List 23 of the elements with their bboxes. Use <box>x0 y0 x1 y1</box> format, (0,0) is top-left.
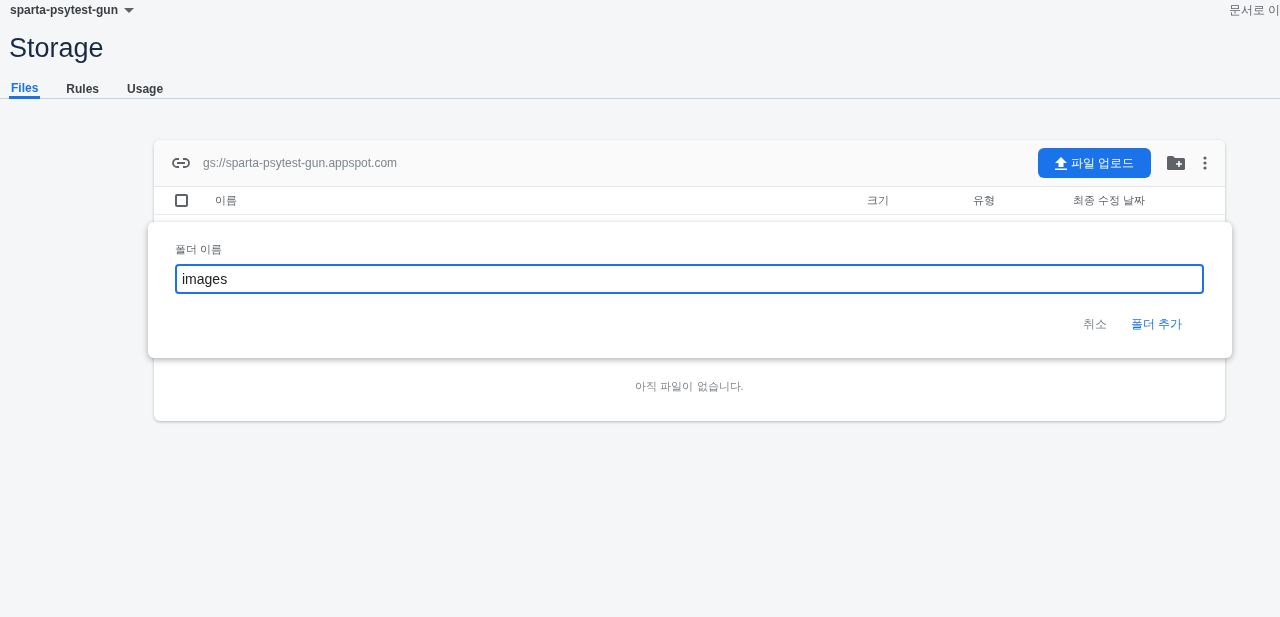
folder-name-field[interactable]: images <box>175 263 1204 294</box>
column-header: 이름 <box>215 193 237 209</box>
column-header: 유형 <box>973 193 996 209</box>
select-all-checkbox[interactable] <box>175 194 188 207</box>
tab[interactable]: Usage <box>125 78 166 99</box>
project-name[interactable]: sparta-psytest-gun <box>10 1 119 19</box>
page-title: Storage <box>8 32 105 64</box>
bucket-url: gs://sparta-psytest-gun.appspot.com <box>203 155 398 172</box>
add-folder-button[interactable]: 폴더 추가 <box>1122 310 1190 337</box>
upload-file-button[interactable]: 파일 업로드 <box>1037 148 1151 178</box>
tab[interactable]: Files <box>9 78 41 99</box>
upload-icon <box>1054 156 1067 170</box>
new-folder-icon[interactable] <box>1167 156 1185 170</box>
link-icon <box>172 158 190 168</box>
tab[interactable]: Rules <box>64 78 102 99</box>
empty-message: 아직 파일이 없습니다. <box>635 378 744 394</box>
docs-link[interactable]: 문서로 이 <box>1228 1 1280 19</box>
field-label: 폴더 이름 <box>175 242 224 257</box>
cancel-button[interactable]: 취소 <box>1074 310 1115 337</box>
dropdown-caret-icon[interactable] <box>124 7 135 13</box>
column-header: 크기 <box>867 193 890 209</box>
more-menu-icon[interactable] <box>1203 156 1207 170</box>
column-header: 최종 수정 날짜 <box>1073 193 1146 209</box>
